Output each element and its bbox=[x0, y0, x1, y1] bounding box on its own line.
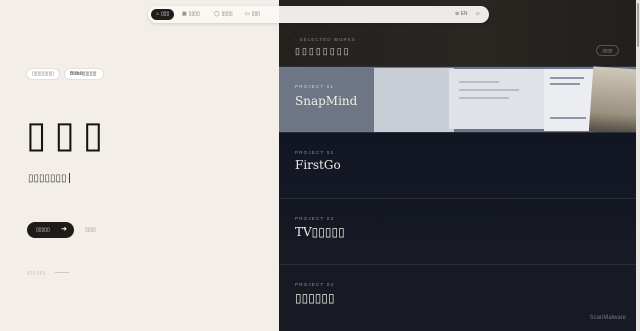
project-card-snapmind[interactable]: PROJECT 01 SnapMind bbox=[279, 66, 636, 135]
theme-toggle-button[interactable]: ☼ bbox=[475, 9, 481, 20]
works-panel: · SELECTED WORKS · ▯▯▯▯▯▯▯▯ ▯▯▯▯ PROJECT… bbox=[279, 0, 636, 331]
watermark-logo: ScanMalware bbox=[589, 315, 626, 321]
project-card-firstgo[interactable]: PROJECT 02 FirstGo bbox=[279, 132, 636, 198]
view-all-button[interactable]: ▯▯▯▯ bbox=[596, 45, 619, 56]
nav-item-works[interactable]: ▦ ▯▯▯▯ bbox=[182, 9, 200, 20]
bilibili-tag-pill[interactable]: Bilibili▯▯▯▯▯ bbox=[65, 69, 103, 79]
grid-icon: ▦ bbox=[182, 11, 187, 17]
language-toggle[interactable]: ⊕ EN bbox=[455, 9, 468, 20]
project-preview bbox=[374, 66, 636, 135]
project-name: ▯▯▯▯▯▯ bbox=[295, 291, 335, 305]
cta-label: ▯▯▯▯▯ bbox=[36, 227, 50, 233]
arrow-right-icon: ➜ bbox=[61, 226, 67, 233]
preview-photo bbox=[588, 66, 636, 135]
hero-panel: ▯▯▯▯▯▯▯▯ Bilibili▯▯▯▯▯ ▯▯▯ ▯▯▯▯▯▯▯ ▯▯▯▯▯… bbox=[0, 0, 279, 331]
globe-icon: ⊕ bbox=[455, 11, 460, 17]
project-name: TV▯▯▯▯▯ bbox=[295, 225, 345, 239]
typing-text: ▯▯▯▯▯▯▯ bbox=[28, 173, 67, 184]
project-name: SnapMind bbox=[295, 94, 358, 108]
preview-notes bbox=[544, 69, 596, 131]
typing-cursor bbox=[68, 173, 70, 184]
project-number: PROJECT 04 bbox=[295, 282, 335, 287]
project-card-4[interactable]: PROJECT 04 ▯▯▯▯▯▯ bbox=[279, 264, 636, 331]
footnote-text: ▯▯▯▯▯▯ bbox=[27, 270, 47, 275]
tag-pill: ▯▯▯▯▯▯▯▯ bbox=[27, 69, 59, 79]
scrollbar-thumb[interactable] bbox=[637, 3, 639, 47]
home-icon: ⌂ bbox=[156, 11, 160, 17]
project-card-tv[interactable]: PROJECT 03 TV▯▯▯▯▯ bbox=[279, 198, 636, 264]
project-number: PROJECT 03 bbox=[295, 216, 335, 221]
primary-cta-button[interactable]: ▯▯▯▯▯ ➜ bbox=[27, 222, 74, 238]
project-number: PROJECT 01 bbox=[295, 84, 335, 89]
project-number: PROJECT 02 bbox=[295, 150, 335, 155]
works-title: ▯▯▯▯▯▯▯▯ bbox=[295, 46, 351, 56]
sun-icon: ☼ bbox=[475, 11, 481, 17]
hero-name: ▯▯▯ bbox=[26, 113, 112, 156]
nav-item-home[interactable]: ⌂ ▯▯▯ bbox=[151, 9, 175, 20]
preview-window bbox=[374, 68, 454, 132]
nav-item-calendar[interactable]: ▭ ▯▯▯ bbox=[245, 9, 260, 20]
preview-window bbox=[449, 69, 546, 129]
scrollbar[interactable] bbox=[636, 0, 640, 331]
nav-item-about[interactable]: ◯ ▯▯▯▯ bbox=[214, 9, 233, 20]
footnote-divider bbox=[55, 272, 69, 273]
works-kicker: · SELECTED WORKS · bbox=[295, 37, 361, 42]
user-icon: ◯ bbox=[214, 11, 220, 17]
calendar-icon: ▭ bbox=[245, 11, 250, 17]
secondary-link[interactable]: ▯▯▯▯ bbox=[85, 222, 96, 238]
project-name: FirstGo bbox=[295, 158, 341, 172]
hero-subline: ▯▯▯▯▯▯▯ bbox=[28, 173, 70, 184]
top-nav-bar: ⌂ ▯▯▯ ▦ ▯▯▯▯ ◯ ▯▯▯▯ ▭ ▯▯▯ ⊕ EN ☼ bbox=[148, 6, 489, 23]
